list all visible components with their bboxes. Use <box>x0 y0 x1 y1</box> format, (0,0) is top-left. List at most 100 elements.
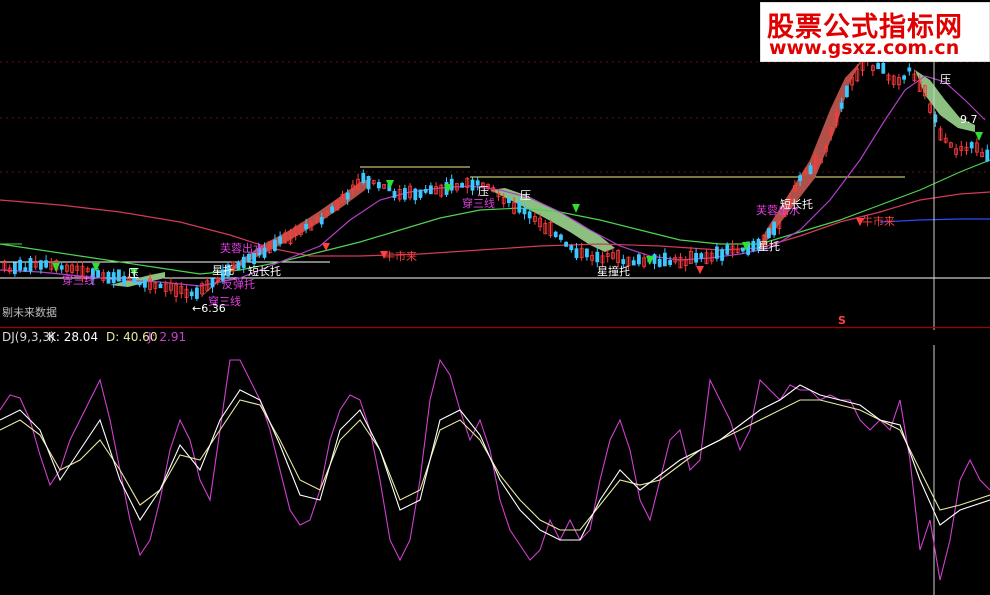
candle-body[interactable] <box>142 279 147 288</box>
candle-body[interactable] <box>657 259 662 267</box>
candle-body[interactable] <box>210 278 215 288</box>
candle-body[interactable] <box>839 102 844 109</box>
low-value-label: ←6.36 <box>192 302 226 315</box>
candle-body[interactable] <box>506 198 511 204</box>
candle-body[interactable] <box>39 260 43 270</box>
candle-body[interactable] <box>278 236 283 244</box>
signal-sanxian-left: 穿三线 <box>62 274 95 287</box>
candle-body[interactable] <box>553 231 558 238</box>
indicator-k-value: K: 28.04 <box>48 330 99 344</box>
indicator-name: DJ(9,3,3) <box>2 330 55 344</box>
candle-body[interactable] <box>189 291 194 297</box>
candle-body[interactable] <box>637 254 641 265</box>
candle-body[interactable] <box>413 188 418 201</box>
candle-body[interactable] <box>18 259 23 271</box>
candle-body[interactable] <box>44 260 48 268</box>
watermark-url: www.gsxz.com.cn <box>769 37 960 59</box>
signal-xiufu-left: 芙蓉出水 <box>220 242 264 255</box>
candle-body[interactable] <box>137 281 142 286</box>
candle-body[interactable] <box>376 182 381 189</box>
candle-body[interactable] <box>808 165 813 175</box>
candle-body[interactable] <box>111 272 116 284</box>
candle-body[interactable] <box>418 189 423 198</box>
d-line <box>0 399 990 531</box>
candle-body[interactable] <box>522 207 527 215</box>
watermark-logo: 股票公式指标网 www.gsxz.com.cn <box>760 2 990 62</box>
signal-jiantuo-left: 星托 <box>212 264 234 277</box>
signal-ya-left: 压 <box>128 267 139 280</box>
candle-body[interactable] <box>881 62 886 74</box>
candle-body[interactable] <box>402 188 407 200</box>
candle-body[interactable] <box>236 261 241 270</box>
candle-body[interactable] <box>631 260 636 266</box>
candle-body[interactable] <box>345 192 350 200</box>
signal-sanxian-mid: 穿三线 <box>462 197 495 210</box>
candle-body[interactable] <box>574 248 579 259</box>
candle-body[interactable] <box>741 247 745 252</box>
candle-body[interactable] <box>460 183 465 188</box>
candle-body[interactable] <box>527 211 532 219</box>
candle-body[interactable] <box>158 283 163 289</box>
candle-body[interactable] <box>96 270 100 278</box>
candle-body[interactable] <box>907 67 912 72</box>
signal-ya-right: 压 <box>940 73 951 86</box>
signal-fantan-left: 反弹托 <box>222 278 255 291</box>
ma-blue <box>879 218 990 223</box>
candle-body[interactable] <box>595 251 600 263</box>
candle-body[interactable] <box>392 190 397 198</box>
candle-body[interactable] <box>428 185 433 195</box>
candle-body[interactable] <box>117 269 121 282</box>
signal-niu-left: 牛市来 <box>384 250 417 263</box>
candle-body[interactable] <box>668 259 672 265</box>
signal-ya-mid-2: 压 <box>520 189 531 202</box>
candle-body[interactable] <box>694 252 698 263</box>
candle-body[interactable] <box>304 223 309 230</box>
candle-body[interactable] <box>361 172 366 183</box>
marker-s: S <box>838 314 846 327</box>
signal-duanchang-right: 短长托 <box>780 198 813 211</box>
stock-chart-window: 穿三线 压 芙蓉出水 短长托 反弹托 星托 穿三线 ←6.36 剔未来数据 压 … <box>0 0 990 595</box>
candle-body[interactable] <box>845 85 849 98</box>
candle-body[interactable] <box>330 206 335 213</box>
candle-body[interactable] <box>319 217 324 225</box>
k-line <box>0 384 990 541</box>
candle-body[interactable] <box>241 256 246 269</box>
candle-body[interactable] <box>23 267 28 272</box>
candle-body[interactable] <box>725 244 730 255</box>
candle-body[interactable] <box>28 258 33 272</box>
candle-body[interactable] <box>423 188 428 193</box>
candle-body[interactable] <box>12 262 17 275</box>
candle-body[interactable] <box>902 75 906 80</box>
candle-body[interactable] <box>569 245 574 251</box>
signal-jiantuo-right: 星托 <box>758 240 780 253</box>
candle-body[interactable] <box>59 265 64 270</box>
candle-body[interactable] <box>751 240 756 251</box>
candle-body[interactable] <box>564 241 568 247</box>
notice-label: 剔未来数据 <box>2 306 57 319</box>
candle-body[interactable] <box>985 149 990 162</box>
candle-body[interactable] <box>470 179 475 191</box>
candle-body[interactable] <box>585 248 589 258</box>
candle-body[interactable] <box>652 254 657 264</box>
j-line <box>0 358 990 581</box>
candle-body[interactable] <box>876 63 880 70</box>
candle-body[interactable] <box>106 271 111 284</box>
candle-body[interactable] <box>272 239 277 251</box>
candle-body[interactable] <box>969 142 974 149</box>
green-arrow <box>975 132 983 141</box>
right-value-label: 9.7 <box>960 113 978 126</box>
candle-body[interactable] <box>772 221 776 236</box>
candle-body[interactable] <box>122 276 126 286</box>
candle-body[interactable] <box>366 176 371 190</box>
candle-body[interactable] <box>715 246 719 259</box>
candle-body[interactable] <box>798 175 802 181</box>
candle-body[interactable] <box>699 253 704 259</box>
signal-niu-right: 牛市来 <box>862 215 895 228</box>
candle-body[interactable] <box>517 202 522 213</box>
candle-body[interactable] <box>663 252 667 267</box>
candle-body[interactable] <box>767 227 771 238</box>
candle-body[interactable] <box>559 234 563 240</box>
candle-body[interactable] <box>194 287 199 299</box>
signal-shuangtuo-mid: 星撞托 <box>597 265 630 278</box>
candle-body[interactable] <box>720 249 724 261</box>
